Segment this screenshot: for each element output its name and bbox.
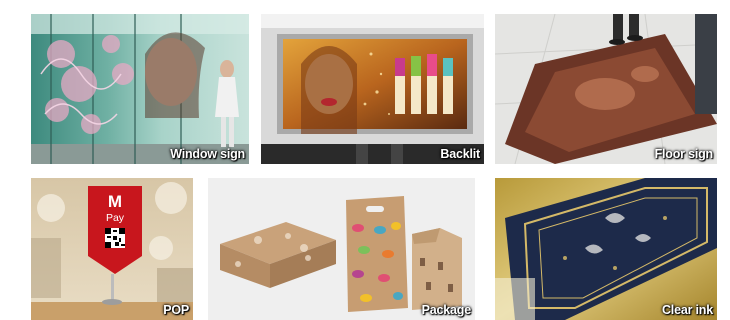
floor-sign-tile[interactable]: Floor sign <box>495 14 717 164</box>
tile-caption: Package <box>421 303 472 317</box>
tile-caption: Window sign <box>170 147 245 161</box>
backlit-image <box>261 14 484 164</box>
package-tile[interactable]: Package <box>208 178 475 320</box>
tile-caption: POP <box>163 303 189 317</box>
window-sign-image <box>31 14 249 164</box>
tile-caption: Clear ink <box>661 303 713 317</box>
pop-sign-word: Pay <box>105 212 125 224</box>
pop-tile[interactable]: M Pay POP <box>31 178 193 320</box>
pop-payment-sign: M Pay <box>88 186 142 274</box>
pop-sign-letter: M <box>107 192 123 211</box>
backlit-tile[interactable]: Backlit <box>261 14 484 164</box>
window-sign-tile[interactable]: Window sign <box>31 14 249 164</box>
tile-caption: Floor sign <box>654 147 714 161</box>
clear-ink-image <box>495 178 717 320</box>
floor-sign-image <box>495 14 717 164</box>
tile-caption: Backlit <box>440 147 480 161</box>
package-image <box>208 178 475 320</box>
clear-ink-tile[interactable]: Clear ink <box>495 178 717 320</box>
qr-code-icon <box>105 228 125 248</box>
